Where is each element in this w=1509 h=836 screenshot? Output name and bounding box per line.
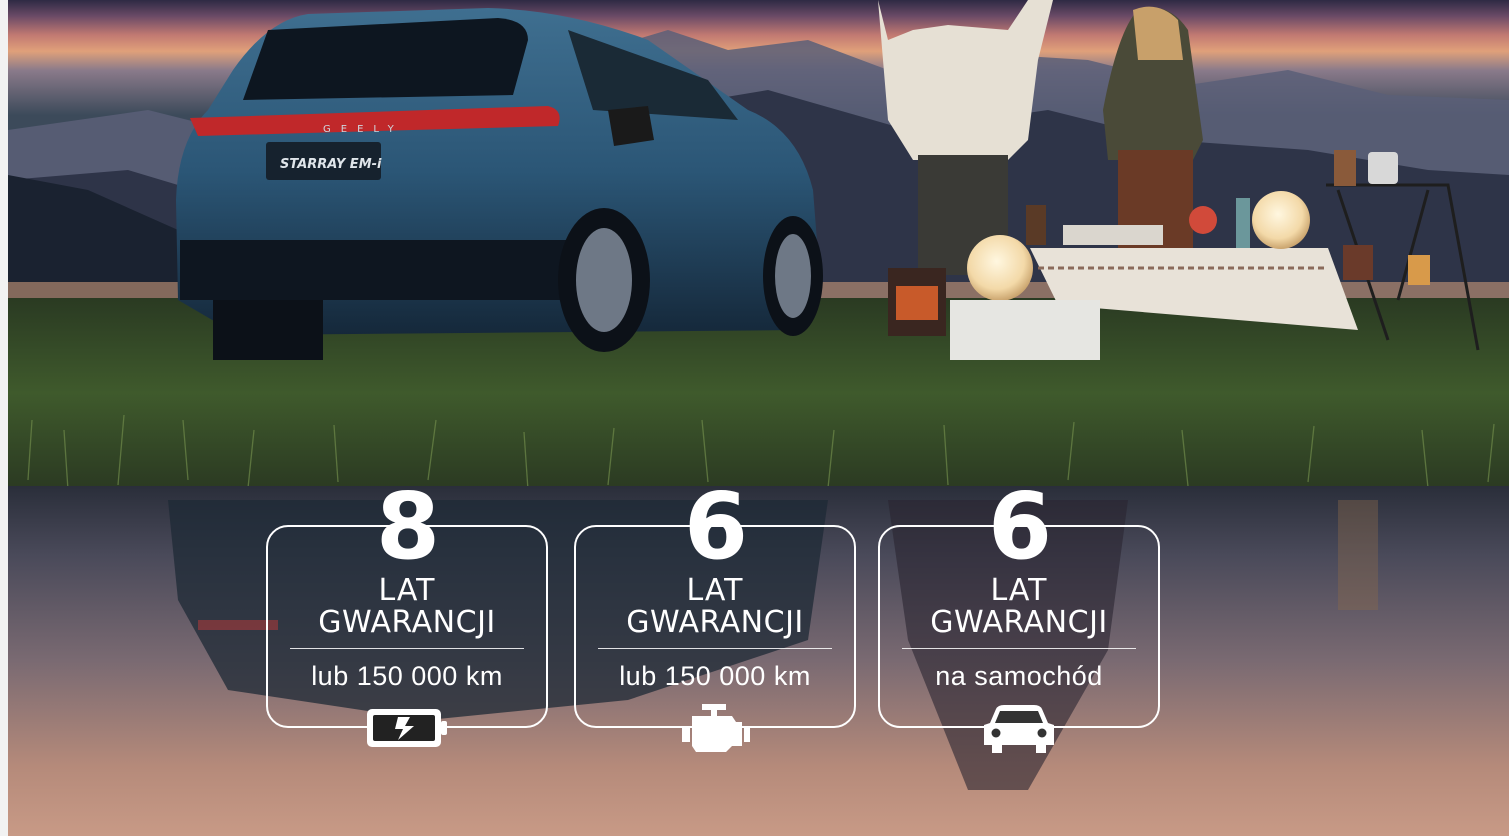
warranty-label: GWARANCJI [626,605,804,640]
warranty-badge-engine: 6 LAT GWARANCJI lub 150 000 km [574,481,856,752]
warranty-badge-car: 6 LAT GWARANCJI na samochód [878,481,1160,753]
warranty-detail: na samochód [935,661,1103,691]
warranty-years-label: LAT [990,573,1048,608]
divider [290,648,524,649]
divider [598,648,832,649]
car-icon [966,703,1072,753]
warranty-detail: lub 150 000 km [311,661,503,691]
warranty-years-label: LAT [378,573,436,608]
svg-text:GEELY: GEELY [323,124,404,135]
warranty-label: GWARANCJI [318,605,496,640]
warranty-years-label: LAT [686,573,744,608]
divider [902,648,1136,649]
warranty-years-number: 8 [375,473,440,580]
warranty-detail: lub 150 000 km [619,661,811,691]
warranty-years-number: 6 [987,473,1052,580]
svg-text:STARRAY EM-i: STARRAY EM-i [280,157,382,172]
engine-icon [662,703,768,753]
warranty-years-number: 6 [683,473,748,580]
battery-charge-icon [354,703,460,753]
hero-banner: GEELY STARRAY EM-i 8 LAT GWARANCJI lub 1… [8,0,1509,836]
warranty-label: GWARANCJI [930,605,1108,640]
warranty-badge-battery: 8 LAT GWARANCJI lub 150 000 km [266,481,548,747]
page-gutter [0,0,8,836]
